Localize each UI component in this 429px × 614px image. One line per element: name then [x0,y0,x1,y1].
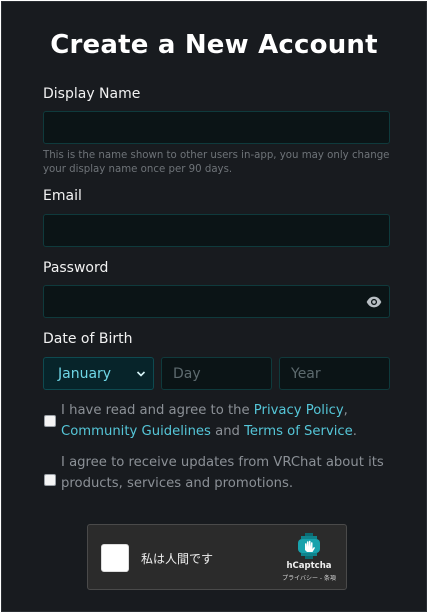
year-placeholder: Year [291,366,321,382]
day-placeholder: Day [173,366,201,382]
updates-text: I agree to receive updates from VRChat a… [61,455,384,491]
terms-of-service-link[interactable]: Terms of Service [244,424,353,439]
email-input[interactable] [43,214,390,247]
terms-checkbox[interactable] [44,415,56,427]
terms-prefix: I have read and agree to the [61,403,254,418]
display-name-input[interactable] [43,111,390,144]
email-label: Email [43,188,82,204]
hcaptcha-brand: hCaptcha [286,561,332,571]
dob-label: Date of Birth [43,331,133,347]
hcaptcha-widget: 私は人間です hCaptcha プライバシー - 条項 [87,524,347,590]
terms-end: . [352,424,357,439]
chevron-down-icon [136,371,146,377]
terms-and: and [210,424,245,439]
password-input[interactable] [43,285,390,318]
terms-comma: , [343,403,348,418]
eye-icon[interactable] [366,294,382,310]
privacy-policy-link[interactable]: Privacy Policy [254,403,344,418]
hcaptcha-logo-icon [298,533,320,559]
updates-checkbox[interactable] [44,474,56,486]
day-input[interactable]: Day [161,357,272,390]
captcha-checkbox[interactable] [101,544,129,572]
page-title: Create a New Account [50,30,378,60]
year-input[interactable]: Year [279,357,390,390]
terms-text: I have read and agree to the Privacy Pol… [61,400,391,442]
month-select[interactable]: January [43,357,154,390]
password-label: Password [43,260,109,276]
captcha-label: 私は人間です [141,552,214,566]
month-value: January [58,366,112,382]
signup-panel: Create a New Account Display Name This i… [1,1,427,612]
display-name-hint: This is the name shown to other users in… [43,150,390,175]
display-name-label: Display Name [43,86,141,102]
community-guidelines-link[interactable]: Community Guidelines [61,424,211,439]
hcaptcha-links[interactable]: プライバシー - 条項 [273,573,345,582]
